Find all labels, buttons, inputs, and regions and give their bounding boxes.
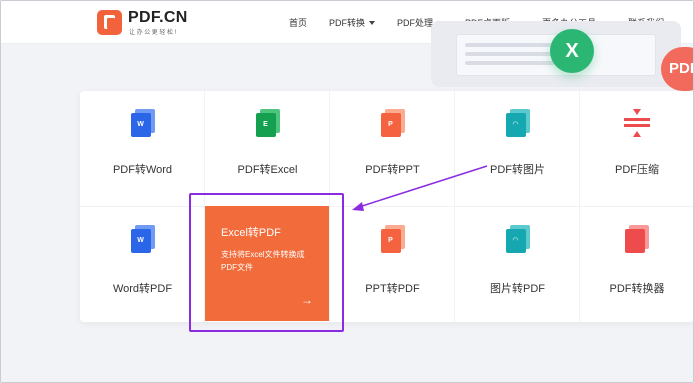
tool-label: PDF转图片 <box>490 164 545 176</box>
word-file-icon: W <box>130 225 155 253</box>
tool-pdf-to-word[interactable]: W PDF转Word <box>80 91 205 206</box>
tool-pdf-converter[interactable]: PDF转换器 <box>580 207 693 322</box>
tool-excel-to-pdf-card[interactable]: Excel转PDF 支持将Excel文件转换成PDF文件 → <box>205 206 329 321</box>
word-file-icon: W <box>130 109 155 137</box>
nav-home-label: 首页 <box>289 18 308 28</box>
browser-viewport: PDF.CN 让办公更轻松! 首页 PDF转换 PDF处理 PDF桌面版 更多办… <box>0 0 694 383</box>
logo-subtitle: 让办公更轻松! <box>129 30 178 36</box>
logo-title: PDF.CN <box>128 9 188 26</box>
nav-pdf-convert[interactable]: PDF转换 <box>329 1 376 44</box>
arrow-right-icon: → <box>301 293 313 307</box>
image-file-icon: ◠ <box>505 225 530 253</box>
featured-title: Excel转PDF <box>221 227 281 239</box>
image-file-icon: ◠ <box>505 109 530 137</box>
tool-label: Word转PDF <box>112 283 173 295</box>
excel-badge-icon: X <box>550 29 594 73</box>
tool-label: PDF转换器 <box>609 283 665 295</box>
featured-description: 支持将Excel文件转换成PDF文件 <box>221 250 305 272</box>
pdfcn-logo-icon <box>97 10 122 35</box>
nav-pdf-process-label: PDF处理 <box>397 18 434 28</box>
converter-file-icon <box>625 225 649 253</box>
excel-file-icon: E <box>255 109 280 137</box>
tool-label: PDF压缩 <box>615 164 659 176</box>
tool-label: PDF转Excel <box>237 164 298 176</box>
nav-pdf-convert-label: PDF转换 <box>329 18 366 28</box>
tool-image-to-pdf[interactable]: ◠ 图片转PDF <box>455 207 580 322</box>
tool-label: PPT转PDF <box>365 283 420 295</box>
tool-pdf-to-excel[interactable]: E PDF转Excel <box>205 91 330 206</box>
nav-home[interactable]: 首页 <box>289 1 307 44</box>
tool-label: PDF转PPT <box>365 164 420 176</box>
tool-pdf-compress[interactable]: PDF压缩 <box>580 91 693 206</box>
tool-pdf-to-ppt[interactable]: P PDF转PPT <box>330 91 455 206</box>
tool-label: PDF转Word <box>112 164 173 176</box>
tool-label: 图片转PDF <box>490 283 545 295</box>
ppt-file-icon: P <box>380 109 405 137</box>
site-logo[interactable]: PDF.CN 让办公更轻松! <box>97 9 193 37</box>
tool-pdf-to-image[interactable]: ◠ PDF转图片 <box>455 91 580 206</box>
tool-word-to-pdf[interactable]: W Word转PDF <box>80 207 205 322</box>
tool-ppt-to-pdf[interactable]: P PPT转PDF <box>330 207 455 322</box>
compress-icon <box>624 109 650 137</box>
ppt-file-icon: P <box>380 225 405 253</box>
tools-panel: W PDF转Word E PDF转Excel P PDF转PPT ◠ PDF转图… <box>80 91 693 322</box>
chevron-down-icon <box>369 20 376 25</box>
